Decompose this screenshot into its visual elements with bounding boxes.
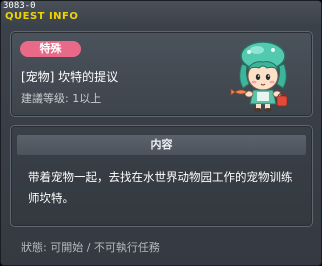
title-bar[interactable]: 3083-0 QUEST INFO	[1, 1, 321, 25]
quest-type-badge: 特殊	[20, 41, 81, 57]
quest-status: 狀態: 可開始 / 不可執行任務	[21, 241, 160, 254]
quest-id: 3083-0	[3, 1, 36, 11]
npc-character-icon	[230, 41, 288, 112]
quest-info-window: 3083-0 QUEST INFO 特殊 [宠物] 坎特的提议 建議等级: 1以…	[0, 0, 322, 266]
quest-description: 带着宠物一起，去找在水世界动物园工作的宠物训练师坎特。	[28, 170, 293, 205]
quest-recommended-level: 建議等级: 1以上	[21, 92, 102, 105]
window-title: QUEST INFO	[5, 11, 79, 22]
quest-name: [宠物] 坎特的提议	[21, 70, 119, 84]
content-section-header: 内容	[17, 135, 306, 155]
